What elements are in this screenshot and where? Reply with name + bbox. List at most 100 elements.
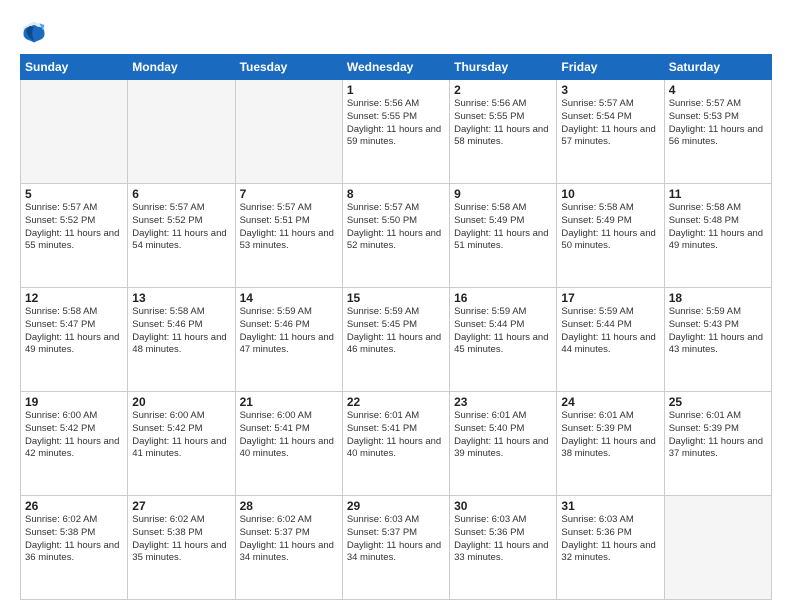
cell-info: Sunrise: 5:58 AM Sunset: 5:46 PM Dayligh… [132, 306, 230, 357]
day-number: 15 [347, 291, 445, 305]
day-number: 7 [240, 187, 338, 201]
day-number: 3 [561, 83, 659, 97]
calendar-cell: 3Sunrise: 5:57 AM Sunset: 5:54 PM Daylig… [557, 80, 664, 184]
calendar-cell: 9Sunrise: 5:58 AM Sunset: 5:49 PM Daylig… [450, 184, 557, 288]
cell-info: Sunrise: 5:57 AM Sunset: 5:53 PM Dayligh… [669, 98, 767, 149]
day-number: 29 [347, 499, 445, 513]
day-header-saturday: Saturday [664, 55, 771, 80]
day-number: 12 [25, 291, 123, 305]
calendar-cell: 30Sunrise: 6:03 AM Sunset: 5:36 PM Dayli… [450, 496, 557, 600]
calendar-cell: 11Sunrise: 5:58 AM Sunset: 5:48 PM Dayli… [664, 184, 771, 288]
day-number: 11 [669, 187, 767, 201]
cell-info: Sunrise: 5:59 AM Sunset: 5:44 PM Dayligh… [561, 306, 659, 357]
day-number: 28 [240, 499, 338, 513]
calendar-cell [664, 496, 771, 600]
day-number: 31 [561, 499, 659, 513]
day-number: 1 [347, 83, 445, 97]
calendar-cell: 1Sunrise: 5:56 AM Sunset: 5:55 PM Daylig… [342, 80, 449, 184]
day-number: 2 [454, 83, 552, 97]
calendar-cell: 18Sunrise: 5:59 AM Sunset: 5:43 PM Dayli… [664, 288, 771, 392]
day-number: 8 [347, 187, 445, 201]
cell-info: Sunrise: 6:03 AM Sunset: 5:37 PM Dayligh… [347, 514, 445, 565]
day-number: 5 [25, 187, 123, 201]
calendar-table: SundayMondayTuesdayWednesdayThursdayFrid… [20, 54, 772, 600]
calendar-cell: 13Sunrise: 5:58 AM Sunset: 5:46 PM Dayli… [128, 288, 235, 392]
day-number: 23 [454, 395, 552, 409]
day-number: 16 [454, 291, 552, 305]
day-number: 17 [561, 291, 659, 305]
calendar-cell: 23Sunrise: 6:01 AM Sunset: 5:40 PM Dayli… [450, 392, 557, 496]
calendar-cell: 15Sunrise: 5:59 AM Sunset: 5:45 PM Dayli… [342, 288, 449, 392]
day-header-wednesday: Wednesday [342, 55, 449, 80]
calendar-cell: 4Sunrise: 5:57 AM Sunset: 5:53 PM Daylig… [664, 80, 771, 184]
cell-info: Sunrise: 5:57 AM Sunset: 5:52 PM Dayligh… [25, 202, 123, 253]
cell-info: Sunrise: 5:59 AM Sunset: 5:46 PM Dayligh… [240, 306, 338, 357]
calendar-cell: 31Sunrise: 6:03 AM Sunset: 5:36 PM Dayli… [557, 496, 664, 600]
cell-info: Sunrise: 5:59 AM Sunset: 5:43 PM Dayligh… [669, 306, 767, 357]
cell-info: Sunrise: 5:59 AM Sunset: 5:44 PM Dayligh… [454, 306, 552, 357]
calendar-week-5: 26Sunrise: 6:02 AM Sunset: 5:38 PM Dayli… [21, 496, 772, 600]
day-number: 6 [132, 187, 230, 201]
cell-info: Sunrise: 5:58 AM Sunset: 5:48 PM Dayligh… [669, 202, 767, 253]
cell-info: Sunrise: 6:00 AM Sunset: 5:41 PM Dayligh… [240, 410, 338, 461]
calendar-header-row: SundayMondayTuesdayWednesdayThursdayFrid… [21, 55, 772, 80]
day-number: 13 [132, 291, 230, 305]
calendar-cell: 12Sunrise: 5:58 AM Sunset: 5:47 PM Dayli… [21, 288, 128, 392]
calendar-cell: 24Sunrise: 6:01 AM Sunset: 5:39 PM Dayli… [557, 392, 664, 496]
cell-info: Sunrise: 5:57 AM Sunset: 5:52 PM Dayligh… [132, 202, 230, 253]
day-number: 19 [25, 395, 123, 409]
calendar-cell: 27Sunrise: 6:02 AM Sunset: 5:38 PM Dayli… [128, 496, 235, 600]
day-number: 10 [561, 187, 659, 201]
day-number: 22 [347, 395, 445, 409]
header [20, 18, 772, 46]
cell-info: Sunrise: 5:56 AM Sunset: 5:55 PM Dayligh… [454, 98, 552, 149]
day-number: 21 [240, 395, 338, 409]
calendar-cell: 7Sunrise: 5:57 AM Sunset: 5:51 PM Daylig… [235, 184, 342, 288]
calendar-cell [235, 80, 342, 184]
calendar-cell: 5Sunrise: 5:57 AM Sunset: 5:52 PM Daylig… [21, 184, 128, 288]
calendar-week-1: 1Sunrise: 5:56 AM Sunset: 5:55 PM Daylig… [21, 80, 772, 184]
cell-info: Sunrise: 5:57 AM Sunset: 5:54 PM Dayligh… [561, 98, 659, 149]
calendar-cell: 25Sunrise: 6:01 AM Sunset: 5:39 PM Dayli… [664, 392, 771, 496]
day-header-tuesday: Tuesday [235, 55, 342, 80]
cell-info: Sunrise: 6:01 AM Sunset: 5:40 PM Dayligh… [454, 410, 552, 461]
cell-info: Sunrise: 5:56 AM Sunset: 5:55 PM Dayligh… [347, 98, 445, 149]
calendar-cell [21, 80, 128, 184]
day-number: 18 [669, 291, 767, 305]
cell-info: Sunrise: 6:00 AM Sunset: 5:42 PM Dayligh… [25, 410, 123, 461]
cell-info: Sunrise: 6:01 AM Sunset: 5:41 PM Dayligh… [347, 410, 445, 461]
cell-info: Sunrise: 6:00 AM Sunset: 5:42 PM Dayligh… [132, 410, 230, 461]
calendar-cell: 19Sunrise: 6:00 AM Sunset: 5:42 PM Dayli… [21, 392, 128, 496]
calendar-cell: 14Sunrise: 5:59 AM Sunset: 5:46 PM Dayli… [235, 288, 342, 392]
cell-info: Sunrise: 6:02 AM Sunset: 5:38 PM Dayligh… [25, 514, 123, 565]
day-header-friday: Friday [557, 55, 664, 80]
calendar-cell: 28Sunrise: 6:02 AM Sunset: 5:37 PM Dayli… [235, 496, 342, 600]
day-number: 30 [454, 499, 552, 513]
cell-info: Sunrise: 5:59 AM Sunset: 5:45 PM Dayligh… [347, 306, 445, 357]
calendar-cell: 29Sunrise: 6:03 AM Sunset: 5:37 PM Dayli… [342, 496, 449, 600]
day-number: 9 [454, 187, 552, 201]
calendar-cell [128, 80, 235, 184]
cell-info: Sunrise: 6:03 AM Sunset: 5:36 PM Dayligh… [561, 514, 659, 565]
calendar-week-3: 12Sunrise: 5:58 AM Sunset: 5:47 PM Dayli… [21, 288, 772, 392]
page: SundayMondayTuesdayWednesdayThursdayFrid… [0, 0, 792, 612]
calendar-cell: 10Sunrise: 5:58 AM Sunset: 5:49 PM Dayli… [557, 184, 664, 288]
calendar-cell: 26Sunrise: 6:02 AM Sunset: 5:38 PM Dayli… [21, 496, 128, 600]
cell-info: Sunrise: 6:02 AM Sunset: 5:38 PM Dayligh… [132, 514, 230, 565]
calendar-cell: 2Sunrise: 5:56 AM Sunset: 5:55 PM Daylig… [450, 80, 557, 184]
cell-info: Sunrise: 5:58 AM Sunset: 5:49 PM Dayligh… [561, 202, 659, 253]
logo-icon [20, 18, 48, 46]
cell-info: Sunrise: 5:57 AM Sunset: 5:51 PM Dayligh… [240, 202, 338, 253]
day-number: 26 [25, 499, 123, 513]
calendar-cell: 22Sunrise: 6:01 AM Sunset: 5:41 PM Dayli… [342, 392, 449, 496]
day-header-thursday: Thursday [450, 55, 557, 80]
day-number: 24 [561, 395, 659, 409]
cell-info: Sunrise: 5:58 AM Sunset: 5:47 PM Dayligh… [25, 306, 123, 357]
day-number: 27 [132, 499, 230, 513]
cell-info: Sunrise: 5:58 AM Sunset: 5:49 PM Dayligh… [454, 202, 552, 253]
calendar-cell: 17Sunrise: 5:59 AM Sunset: 5:44 PM Dayli… [557, 288, 664, 392]
day-number: 4 [669, 83, 767, 97]
cell-info: Sunrise: 5:57 AM Sunset: 5:50 PM Dayligh… [347, 202, 445, 253]
day-number: 25 [669, 395, 767, 409]
calendar-cell: 8Sunrise: 5:57 AM Sunset: 5:50 PM Daylig… [342, 184, 449, 288]
